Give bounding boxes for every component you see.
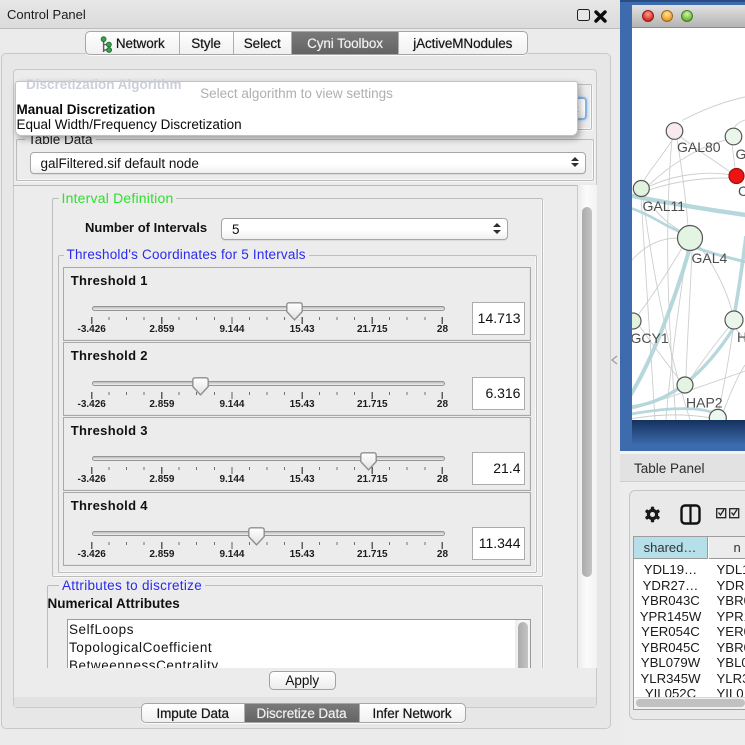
svg-text:GCY1: GCY1: [632, 330, 669, 346]
svg-text:GAL11: GAL11: [643, 198, 686, 214]
svg-text:C: C: [738, 183, 745, 199]
svg-text:H: H: [737, 329, 745, 345]
svg-text:G.: G.: [736, 146, 745, 162]
svg-text:GAL80: GAL80: [677, 139, 721, 155]
svg-text:GAL4: GAL4: [692, 250, 728, 266]
svg-text:HAP2: HAP2: [686, 395, 723, 411]
